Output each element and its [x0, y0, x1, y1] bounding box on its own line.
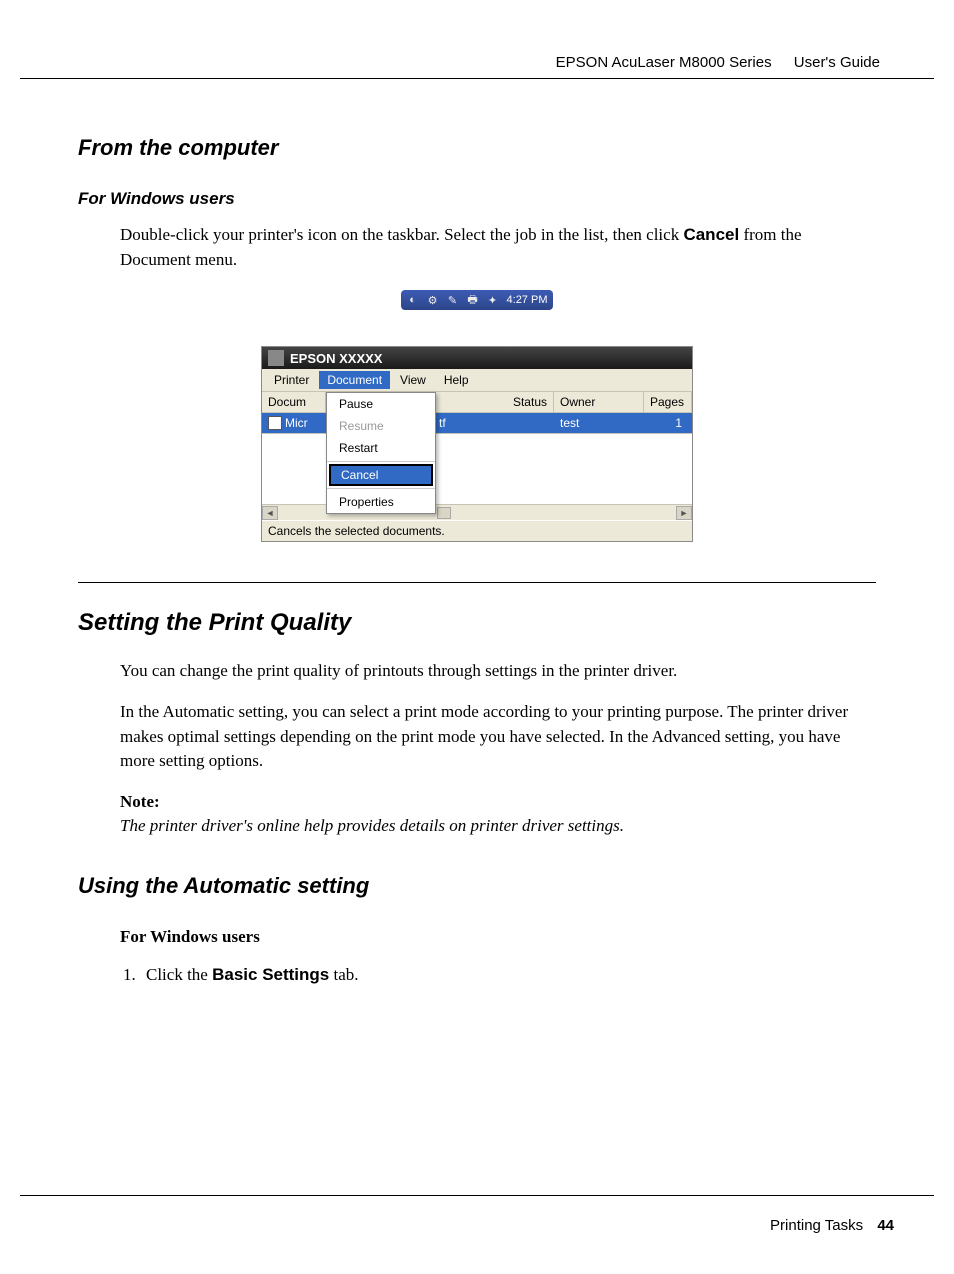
document-icon: [268, 416, 282, 430]
step-pre: Click the: [146, 965, 212, 984]
row-owner-cell: test: [554, 413, 644, 433]
product-name: EPSON AcuLaser M8000 Series: [556, 54, 772, 71]
tray-icon-generic: ✎: [445, 292, 461, 308]
row-pages-cell: 1: [644, 413, 692, 433]
titlebar: EPSON XXXXX: [262, 347, 692, 369]
menu-view[interactable]: View: [392, 371, 434, 389]
instruction-bold: Cancel: [683, 225, 739, 244]
step-item: Click the Basic Settings tab.: [140, 965, 876, 985]
menu-item-cancel[interactable]: Cancel: [329, 464, 433, 486]
scroll-right-arrow[interactable]: ►: [676, 506, 692, 520]
col-owner[interactable]: Owner: [554, 392, 644, 412]
row-doc-cell: Micr: [262, 413, 326, 433]
note-block: Note: The printer driver's online help p…: [120, 790, 876, 839]
instruction-paragraph: Double-click your printer's icon on the …: [120, 223, 876, 272]
tray-icon-generic: ⚙: [425, 292, 441, 308]
document-menu-dropdown: Pause Resume Restart Cancel Properties: [326, 392, 436, 514]
scroll-thumb[interactable]: [437, 507, 451, 519]
col-pages[interactable]: Pages: [644, 392, 692, 412]
step-post: tab.: [329, 965, 358, 984]
subsection-for-windows-2: For Windows users: [120, 927, 876, 947]
row-fragment-rtf: tf: [436, 415, 449, 431]
menu-item-pause[interactable]: Pause: [327, 393, 435, 415]
tray-icon-printer: 🖶: [465, 292, 481, 308]
step-bold: Basic Settings: [212, 965, 329, 984]
page-footer: Printing Tasks 44: [770, 1217, 894, 1234]
menu-help[interactable]: Help: [436, 371, 477, 389]
tray-clock: 4:27 PM: [505, 294, 550, 306]
steps-list: Click the Basic Settings tab.: [120, 965, 876, 985]
printer-icon: [268, 350, 284, 366]
menu-separator: [327, 461, 435, 462]
footer-rule: [20, 1195, 934, 1196]
window-title: EPSON XXXXX: [290, 351, 382, 366]
section-rule: [78, 582, 876, 583]
page-header: EPSON AcuLaser M8000 Series User's Guide: [556, 54, 880, 71]
col-document[interactable]: Docum: [262, 392, 326, 412]
subsection-for-windows: For Windows users: [78, 189, 876, 209]
scroll-left-arrow[interactable]: ◄: [262, 506, 278, 520]
section-heading-print-quality: Setting the Print Quality: [78, 609, 876, 637]
quality-paragraph-2: In the Automatic setting, you can select…: [120, 700, 876, 774]
quality-paragraph-1: You can change the print quality of prin…: [120, 659, 876, 684]
system-tray: ◐ ⚙ ✎ 🖶 ✦ 4:27 PM: [401, 290, 554, 310]
header-rule: [20, 78, 934, 79]
menu-item-resume: Resume: [327, 415, 435, 437]
menu-separator: [327, 488, 435, 489]
queue-body: Docum Status Owner Pages Micr test 1 Pau…: [262, 392, 692, 520]
doc-type: User's Guide: [794, 54, 880, 71]
menubar: Printer Document View Help: [262, 369, 692, 392]
section-heading-from-computer: From the computer: [78, 135, 876, 161]
note-body: The printer driver's online help provide…: [120, 816, 624, 835]
menu-item-properties[interactable]: Properties: [327, 491, 435, 513]
row-doc-label: Micr: [285, 416, 308, 430]
print-queue-window: EPSON XXXXX Printer Document View Help D…: [261, 346, 693, 542]
menu-printer[interactable]: Printer: [266, 371, 317, 389]
note-label: Note:: [120, 792, 160, 811]
menu-item-restart[interactable]: Restart: [327, 437, 435, 459]
taskbar-tray-figure: ◐ ⚙ ✎ 🖶 ✦ 4:27 PM: [78, 290, 876, 310]
section-heading-automatic: Using the Automatic setting: [78, 873, 876, 899]
tray-icon-generic: ◐: [405, 292, 421, 308]
status-bar: Cancels the selected documents.: [262, 520, 692, 541]
menu-document[interactable]: Document: [319, 371, 390, 389]
footer-page-number: 44: [877, 1217, 894, 1234]
instruction-pre: Double-click your printer's icon on the …: [120, 225, 683, 244]
footer-chapter: Printing Tasks: [770, 1217, 863, 1234]
tray-icon-generic: ✦: [485, 292, 501, 308]
